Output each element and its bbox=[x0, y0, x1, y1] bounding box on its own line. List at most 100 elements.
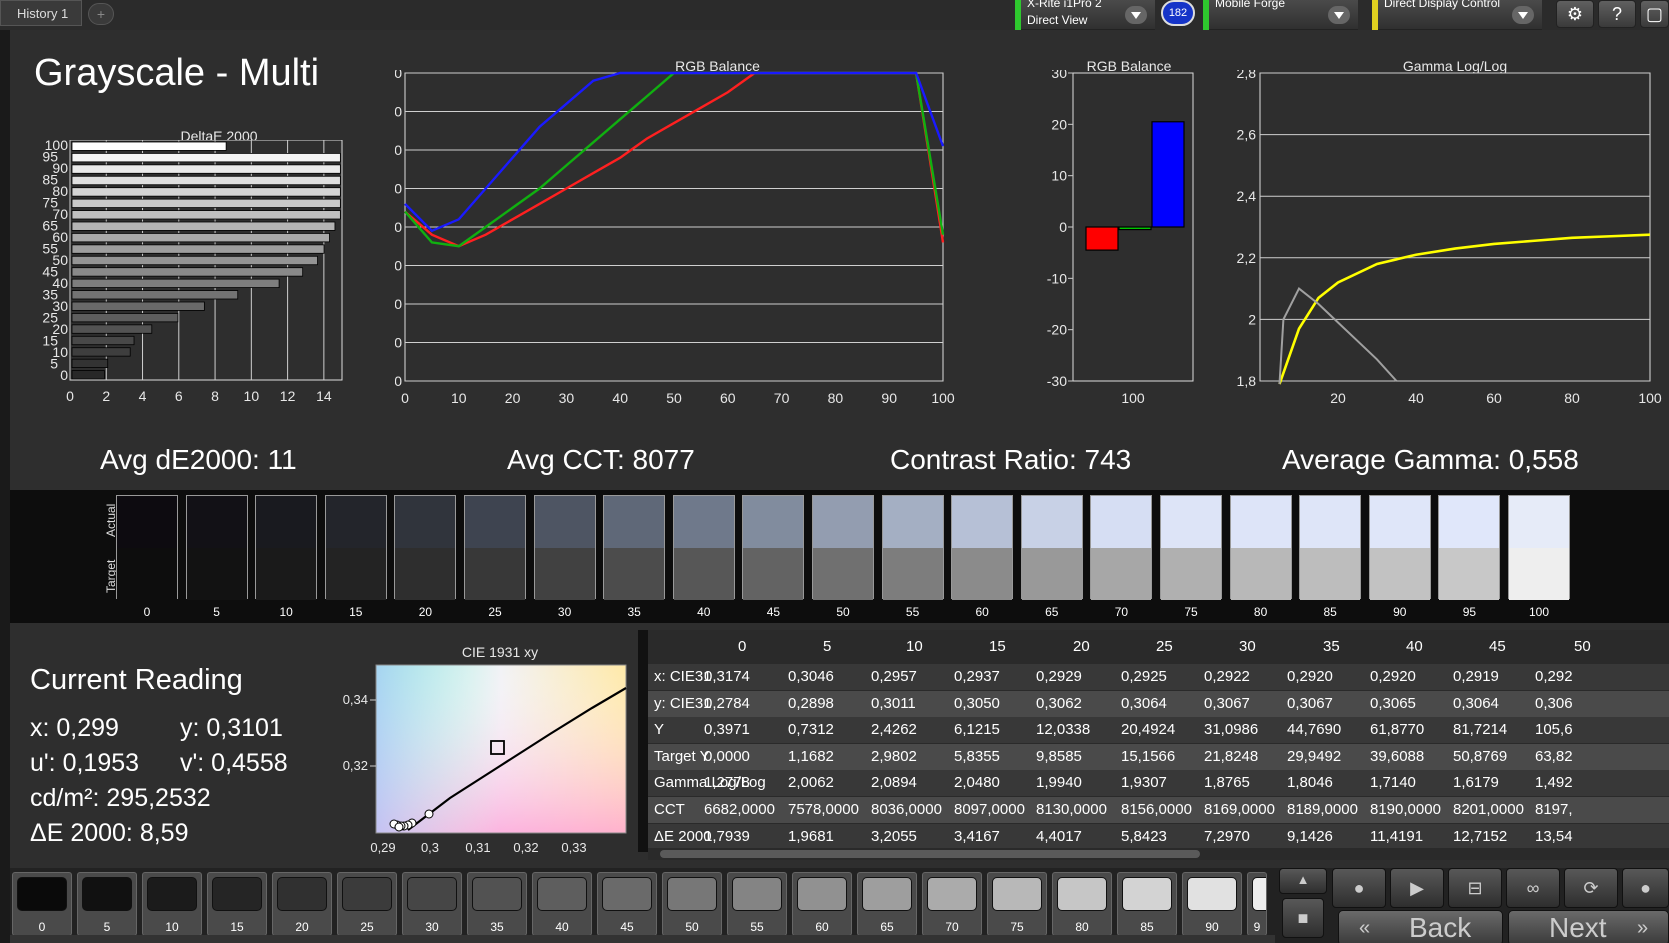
patch-button-55[interactable]: 55 bbox=[727, 872, 787, 936]
swatch-60[interactable] bbox=[951, 495, 1014, 600]
patch-button-75[interactable]: 75 bbox=[987, 872, 1047, 936]
swatch-15[interactable] bbox=[324, 495, 387, 600]
table-scrollbar-thumb[interactable] bbox=[660, 850, 1200, 858]
cie-x-tick: 0,31 bbox=[465, 840, 490, 855]
stop-button[interactable]: ● bbox=[1332, 868, 1386, 908]
patch-button-65[interactable]: 65 bbox=[857, 872, 917, 936]
table-cell: 0,2920 bbox=[1287, 668, 1333, 685]
table-cell: 0,306 bbox=[1535, 694, 1573, 712]
patch-button-10[interactable]: 10 bbox=[142, 872, 202, 936]
patch-scrollbar[interactable] bbox=[10, 935, 1275, 943]
swatch-50[interactable] bbox=[812, 495, 874, 600]
table-cell: 0,2920 bbox=[1370, 668, 1416, 685]
swatch-65[interactable] bbox=[1020, 495, 1083, 600]
stop-measure-button[interactable]: ■ bbox=[1282, 898, 1324, 938]
swatch-30[interactable] bbox=[533, 495, 596, 600]
patch-button-15[interactable]: 15 bbox=[207, 872, 267, 936]
source-selector[interactable]: Mobile Forge bbox=[1203, 0, 1358, 30]
back-button[interactable]: « Back bbox=[1338, 910, 1503, 943]
swatch-100[interactable] bbox=[1508, 495, 1570, 600]
scroll-up-button[interactable]: ▲ bbox=[1279, 868, 1327, 894]
patch-button-80[interactable]: 80 bbox=[1052, 872, 1112, 936]
chevron-down-icon[interactable] bbox=[1125, 6, 1147, 24]
patch-color bbox=[82, 877, 132, 911]
fit-button[interactable]: ⊟ bbox=[1448, 868, 1502, 908]
swatch-label: 90 bbox=[1393, 605, 1407, 619]
swatch-actual bbox=[1439, 496, 1500, 548]
patch-color bbox=[537, 877, 587, 911]
next-button[interactable]: Next » bbox=[1508, 910, 1669, 943]
swatch-actual bbox=[882, 496, 943, 548]
add-tab-button[interactable]: + bbox=[88, 3, 114, 25]
swatch-45[interactable] bbox=[742, 495, 805, 600]
rgb-bar-y-tick: 30 bbox=[1051, 70, 1067, 81]
swatch-90[interactable] bbox=[1368, 495, 1431, 600]
window-button[interactable]: ▢ bbox=[1640, 0, 1669, 28]
swatch-55[interactable] bbox=[881, 495, 944, 600]
swatch-10[interactable] bbox=[255, 495, 318, 600]
swatch-0[interactable] bbox=[116, 495, 178, 600]
patch-button-5[interactable]: 5 bbox=[77, 872, 137, 936]
patch-button-25[interactable]: 25 bbox=[337, 872, 397, 936]
patch-label: 9 bbox=[1253, 920, 1261, 934]
swatch-85[interactable] bbox=[1299, 495, 1362, 600]
swatch-95[interactable] bbox=[1438, 495, 1501, 600]
double-chevron-left-icon: « bbox=[1359, 917, 1371, 939]
deltae-x-tick: 2 bbox=[102, 388, 110, 404]
swatch-label: 20 bbox=[418, 605, 433, 619]
swatch-80[interactable] bbox=[1229, 495, 1292, 600]
patch-button-85[interactable]: 85 bbox=[1117, 872, 1177, 936]
patch-button-40[interactable]: 40 bbox=[532, 872, 592, 936]
gamma-y-tick: 2,6 bbox=[1237, 127, 1257, 143]
patch-button-0[interactable]: 0 bbox=[12, 872, 72, 936]
tab-history-1[interactable]: History 1 bbox=[0, 0, 82, 26]
swatch-35[interactable] bbox=[603, 495, 666, 600]
patch-button-50[interactable]: 50 bbox=[662, 872, 722, 936]
deltae-bar bbox=[71, 187, 341, 197]
gear-icon: ⚙ bbox=[1566, 4, 1584, 24]
table-cell: 7578,0000 bbox=[788, 801, 859, 818]
patch-label: 85 bbox=[1140, 920, 1154, 934]
swatch-70[interactable] bbox=[1090, 495, 1153, 600]
help-button[interactable]: ? bbox=[1598, 0, 1636, 28]
swatch-actual bbox=[1300, 496, 1361, 548]
patch-button-90[interactable]: 90 bbox=[1182, 872, 1242, 936]
rgb-bar-y-tick: -10 bbox=[1047, 270, 1067, 286]
refresh-button[interactable]: ⟳ bbox=[1564, 868, 1618, 908]
patch-button-9[interactable]: 9 bbox=[1247, 872, 1267, 936]
patch-button-45[interactable]: 45 bbox=[597, 872, 657, 936]
patch-button-35[interactable]: 35 bbox=[467, 872, 527, 936]
table-cell: 0,2922 bbox=[1204, 668, 1250, 685]
table-cell: 2,0062 bbox=[788, 774, 834, 792]
meter-selector[interactable]: X-Rite i1Pro 2 Direct View bbox=[1015, 0, 1155, 30]
chevron-down-icon[interactable] bbox=[1328, 6, 1350, 24]
patch-button-70[interactable]: 70 bbox=[922, 872, 982, 936]
table-cell: 0,3011 bbox=[871, 694, 916, 712]
display-selector[interactable]: Direct Display Control bbox=[1372, 0, 1542, 30]
swatch-40[interactable] bbox=[672, 495, 735, 600]
table-cell: 5,8355 bbox=[954, 747, 1000, 765]
extra-control-button[interactable]: ● bbox=[1622, 868, 1669, 908]
swatch-label: 10 bbox=[279, 605, 293, 619]
patch-button-20[interactable]: 20 bbox=[272, 872, 332, 936]
loop-button[interactable]: ∞ bbox=[1506, 868, 1560, 908]
chevron-down-icon[interactable] bbox=[1512, 6, 1534, 24]
table-column-header: 15 bbox=[989, 638, 1006, 655]
swatch-5[interactable] bbox=[185, 495, 248, 600]
swatch-actual bbox=[1021, 496, 1082, 548]
swatch-20[interactable] bbox=[394, 495, 457, 600]
table-cell: 9,1426 bbox=[1287, 827, 1333, 845]
swatch-75[interactable] bbox=[1160, 495, 1222, 600]
swatch-actual bbox=[743, 496, 804, 548]
swatch-25[interactable] bbox=[464, 495, 526, 600]
patch-label: 70 bbox=[945, 920, 959, 934]
deltae-bar bbox=[71, 301, 205, 311]
play-button[interactable]: ▶ bbox=[1390, 868, 1444, 908]
cie-x-tick: 0,3 bbox=[421, 840, 439, 855]
patch-button-30[interactable]: 30 bbox=[402, 872, 462, 936]
display-status-strip bbox=[1372, 0, 1378, 30]
patch-button-60[interactable]: 60 bbox=[792, 872, 852, 936]
settings-button[interactable]: ⚙ bbox=[1556, 0, 1594, 28]
table-cell: 0,0000 bbox=[704, 747, 750, 765]
table-row-label: x: CIE31 bbox=[654, 668, 712, 685]
